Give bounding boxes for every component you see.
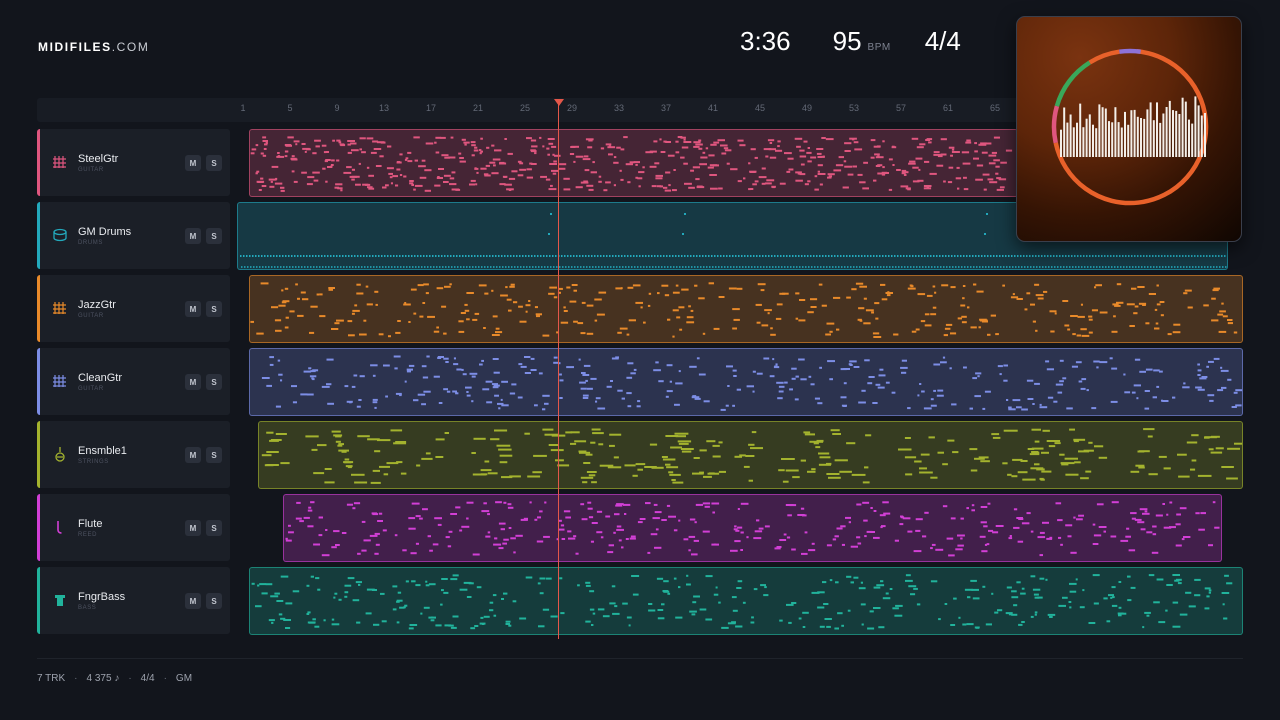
tempo-value: 95 — [832, 26, 862, 56]
brand-suffix: .COM — [111, 40, 150, 54]
mute-button[interactable]: M — [185, 520, 201, 536]
ruler-tick: 21 — [472, 103, 484, 113]
playhead[interactable] — [558, 104, 559, 639]
track-clip[interactable] — [249, 567, 1243, 635]
separator: · — [163, 673, 167, 684]
track-header[interactable]: GM Drums DRUMS M S — [37, 202, 230, 269]
track-name: JazzGtr — [78, 299, 116, 311]
mute-button[interactable]: M — [185, 374, 201, 390]
footer-divider — [37, 658, 1243, 659]
solo-button[interactable]: S — [206, 374, 222, 390]
ruler-tick: 17 — [425, 103, 437, 113]
note-count: 4 375 ♪ — [86, 673, 120, 684]
ruler-tick: 1 — [240, 103, 246, 113]
track-category: BASS — [78, 605, 97, 611]
solo-button[interactable]: S — [206, 228, 222, 244]
ruler-tick: 57 — [895, 103, 907, 113]
ruler-tick: 49 — [801, 103, 813, 113]
bass-icon — [52, 592, 68, 608]
track-name: SteelGtr — [78, 153, 119, 165]
drum-icon — [52, 227, 68, 243]
ruler-tick: 53 — [848, 103, 860, 113]
playback-time: 3:36 — [740, 26, 791, 56]
note-pattern — [251, 574, 1233, 630]
solo-button[interactable]: S — [206, 301, 222, 317]
guitar-icon — [52, 373, 68, 389]
track-color-bar — [37, 494, 40, 561]
reed-icon — [52, 519, 68, 535]
playhead-handle[interactable] — [554, 99, 564, 106]
strings-icon — [52, 446, 68, 462]
track-header[interactable]: Ensmble1 STRINGS M S — [37, 421, 230, 488]
time-signature: 4/4 — [924, 26, 961, 56]
separator: · — [74, 673, 78, 684]
track-color-bar — [37, 275, 40, 342]
track-name: FngrBass — [78, 591, 126, 603]
ruler-tick: 61 — [942, 103, 954, 113]
track-category: GUITAR — [78, 167, 104, 173]
track-count: 7 TRK — [37, 673, 66, 684]
note-pattern — [250, 282, 1238, 338]
solo-button[interactable]: S — [206, 155, 222, 171]
tempo-label: BPM — [867, 42, 891, 53]
track-name: CleanGtr — [78, 372, 123, 384]
midi-standard: GM — [175, 673, 193, 684]
track-header[interactable]: Flute REED M S — [37, 494, 230, 561]
track-color-bar — [37, 202, 40, 269]
mute-button[interactable]: M — [185, 301, 201, 317]
track-category: GUITAR — [78, 386, 104, 392]
track-color-bar — [37, 129, 40, 196]
footer-time-signature: 4/4 — [140, 673, 155, 684]
note-pattern — [250, 136, 1013, 192]
track-category: STRINGS — [78, 459, 109, 465]
ruler-tick: 9 — [334, 103, 340, 113]
track-color-bar — [37, 567, 40, 634]
track-color-bar — [37, 348, 40, 415]
separator: · — [128, 673, 132, 684]
track-name: Ensmble1 — [78, 445, 127, 457]
track-category: REED — [78, 532, 98, 538]
ruler-tick: 33 — [613, 103, 625, 113]
ruler-tick: 5 — [287, 103, 293, 113]
track-header[interactable]: FngrBass BASS M S — [37, 567, 230, 634]
transport-stats: 3:36 95 BPM 4/4 — [720, 26, 961, 57]
mute-button[interactable]: M — [185, 155, 201, 171]
track-name: GM Drums — [78, 226, 132, 238]
ruler-tick: 41 — [707, 103, 719, 113]
guitar-icon — [52, 300, 68, 316]
guitar-icon — [52, 154, 68, 170]
mute-button[interactable]: M — [185, 447, 201, 463]
brand-logo: MIDIFILES.COM — [38, 40, 149, 54]
solo-button[interactable]: S — [206, 447, 222, 463]
album-art — [1016, 16, 1242, 242]
track-category: GUITAR — [78, 313, 104, 319]
mute-button[interactable]: M — [185, 593, 201, 609]
track-header[interactable]: JazzGtr GUITAR M S — [37, 275, 230, 342]
note-pattern — [261, 428, 1242, 484]
track-clip[interactable] — [283, 494, 1222, 562]
footer-summary: 7 TRK · 4 375 ♪ · 4/4 · GM — [37, 673, 192, 684]
ruler-tick: 25 — [519, 103, 531, 113]
ruler-tick: 45 — [754, 103, 766, 113]
album-art-visualizer-icon — [1051, 48, 1209, 206]
track-clip[interactable] — [258, 421, 1243, 489]
track-clip[interactable] — [249, 129, 1018, 197]
ruler-tick: 37 — [660, 103, 672, 113]
track-color-bar — [37, 421, 40, 488]
note-pattern — [261, 355, 1242, 411]
track-header[interactable]: CleanGtr GUITAR M S — [37, 348, 230, 415]
track-name: Flute — [78, 518, 103, 530]
mute-button[interactable]: M — [185, 228, 201, 244]
brand-name: MIDIFILES — [38, 40, 112, 54]
ruler-tick: 13 — [378, 103, 390, 113]
note-pattern — [285, 501, 1220, 557]
track-clip[interactable] — [249, 348, 1243, 416]
ruler-tick: 65 — [989, 103, 1001, 113]
solo-button[interactable]: S — [206, 593, 222, 609]
track-category: DRUMS — [78, 240, 103, 246]
track-header[interactable]: SteelGtr GUITAR M S — [37, 129, 230, 196]
solo-button[interactable]: S — [206, 520, 222, 536]
ruler-tick: 29 — [566, 103, 578, 113]
track-clip[interactable] — [249, 275, 1243, 343]
